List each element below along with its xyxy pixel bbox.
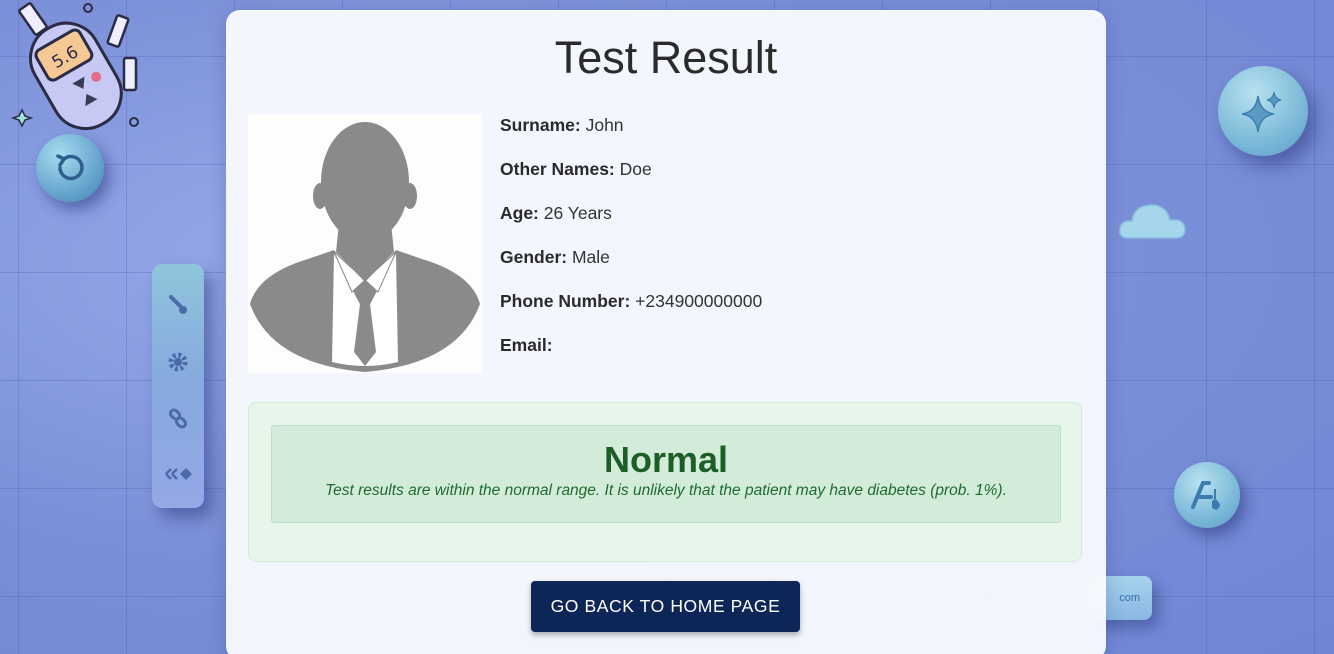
result-alert: Normal Test results are within the norma… — [271, 425, 1061, 523]
field-value: Male — [571, 247, 610, 267]
result-panel: Normal Test results are within the norma… — [248, 402, 1082, 562]
brush-icon — [166, 292, 190, 316]
refresh-button — [36, 134, 104, 202]
diamond-icon — [162, 462, 194, 486]
glucometer-icon: 5.6 — [6, 0, 146, 135]
field-label: Age: — [500, 203, 539, 223]
field-value: Doe — [619, 159, 652, 179]
link-icon — [166, 407, 190, 431]
result-description: Test results are within the normal range… — [325, 482, 1007, 499]
avatar — [248, 114, 482, 373]
field-label: Surname: — [500, 115, 581, 135]
sparkle-button — [1218, 66, 1308, 156]
surname-row: Surname: John — [500, 114, 762, 158]
field-label: Phone Number: — [500, 291, 631, 311]
field-label: Gender: — [500, 247, 568, 267]
cloud-icon — [1118, 196, 1188, 244]
sparkle-icon — [1241, 91, 1282, 133]
home-button[interactable]: GO BACK TO HOME PAGE — [531, 581, 800, 632]
refresh-icon — [56, 154, 84, 181]
result-card: Test Result Surname: John Other Names: D… — [226, 10, 1106, 654]
gender-row: Gender: Male — [500, 246, 762, 290]
ai-icon — [1191, 481, 1221, 510]
tool-panel — [152, 264, 204, 508]
field-value: 26 Years — [543, 203, 612, 223]
result-status: Normal — [603, 439, 729, 480]
patient-info: Surname: John Other Names: Doe Age: 26 Y… — [500, 114, 762, 378]
url-chip-text: com — [1119, 592, 1140, 604]
other-names-row: Other Names: Doe — [500, 158, 762, 202]
ai-button — [1174, 462, 1240, 528]
field-label: Email: — [500, 335, 553, 355]
field-value: John — [585, 115, 624, 135]
email-row: Email: — [500, 334, 762, 378]
phone-row: Phone Number: +234900000000 — [500, 290, 762, 334]
gear-icon — [166, 350, 190, 374]
field-label: Other Names: — [500, 159, 615, 179]
user-silhouette-icon — [250, 122, 480, 372]
page-title: Test Result — [554, 32, 778, 83]
field-value: +234900000000 — [635, 291, 763, 311]
age-row: Age: 26 Years — [500, 202, 762, 246]
